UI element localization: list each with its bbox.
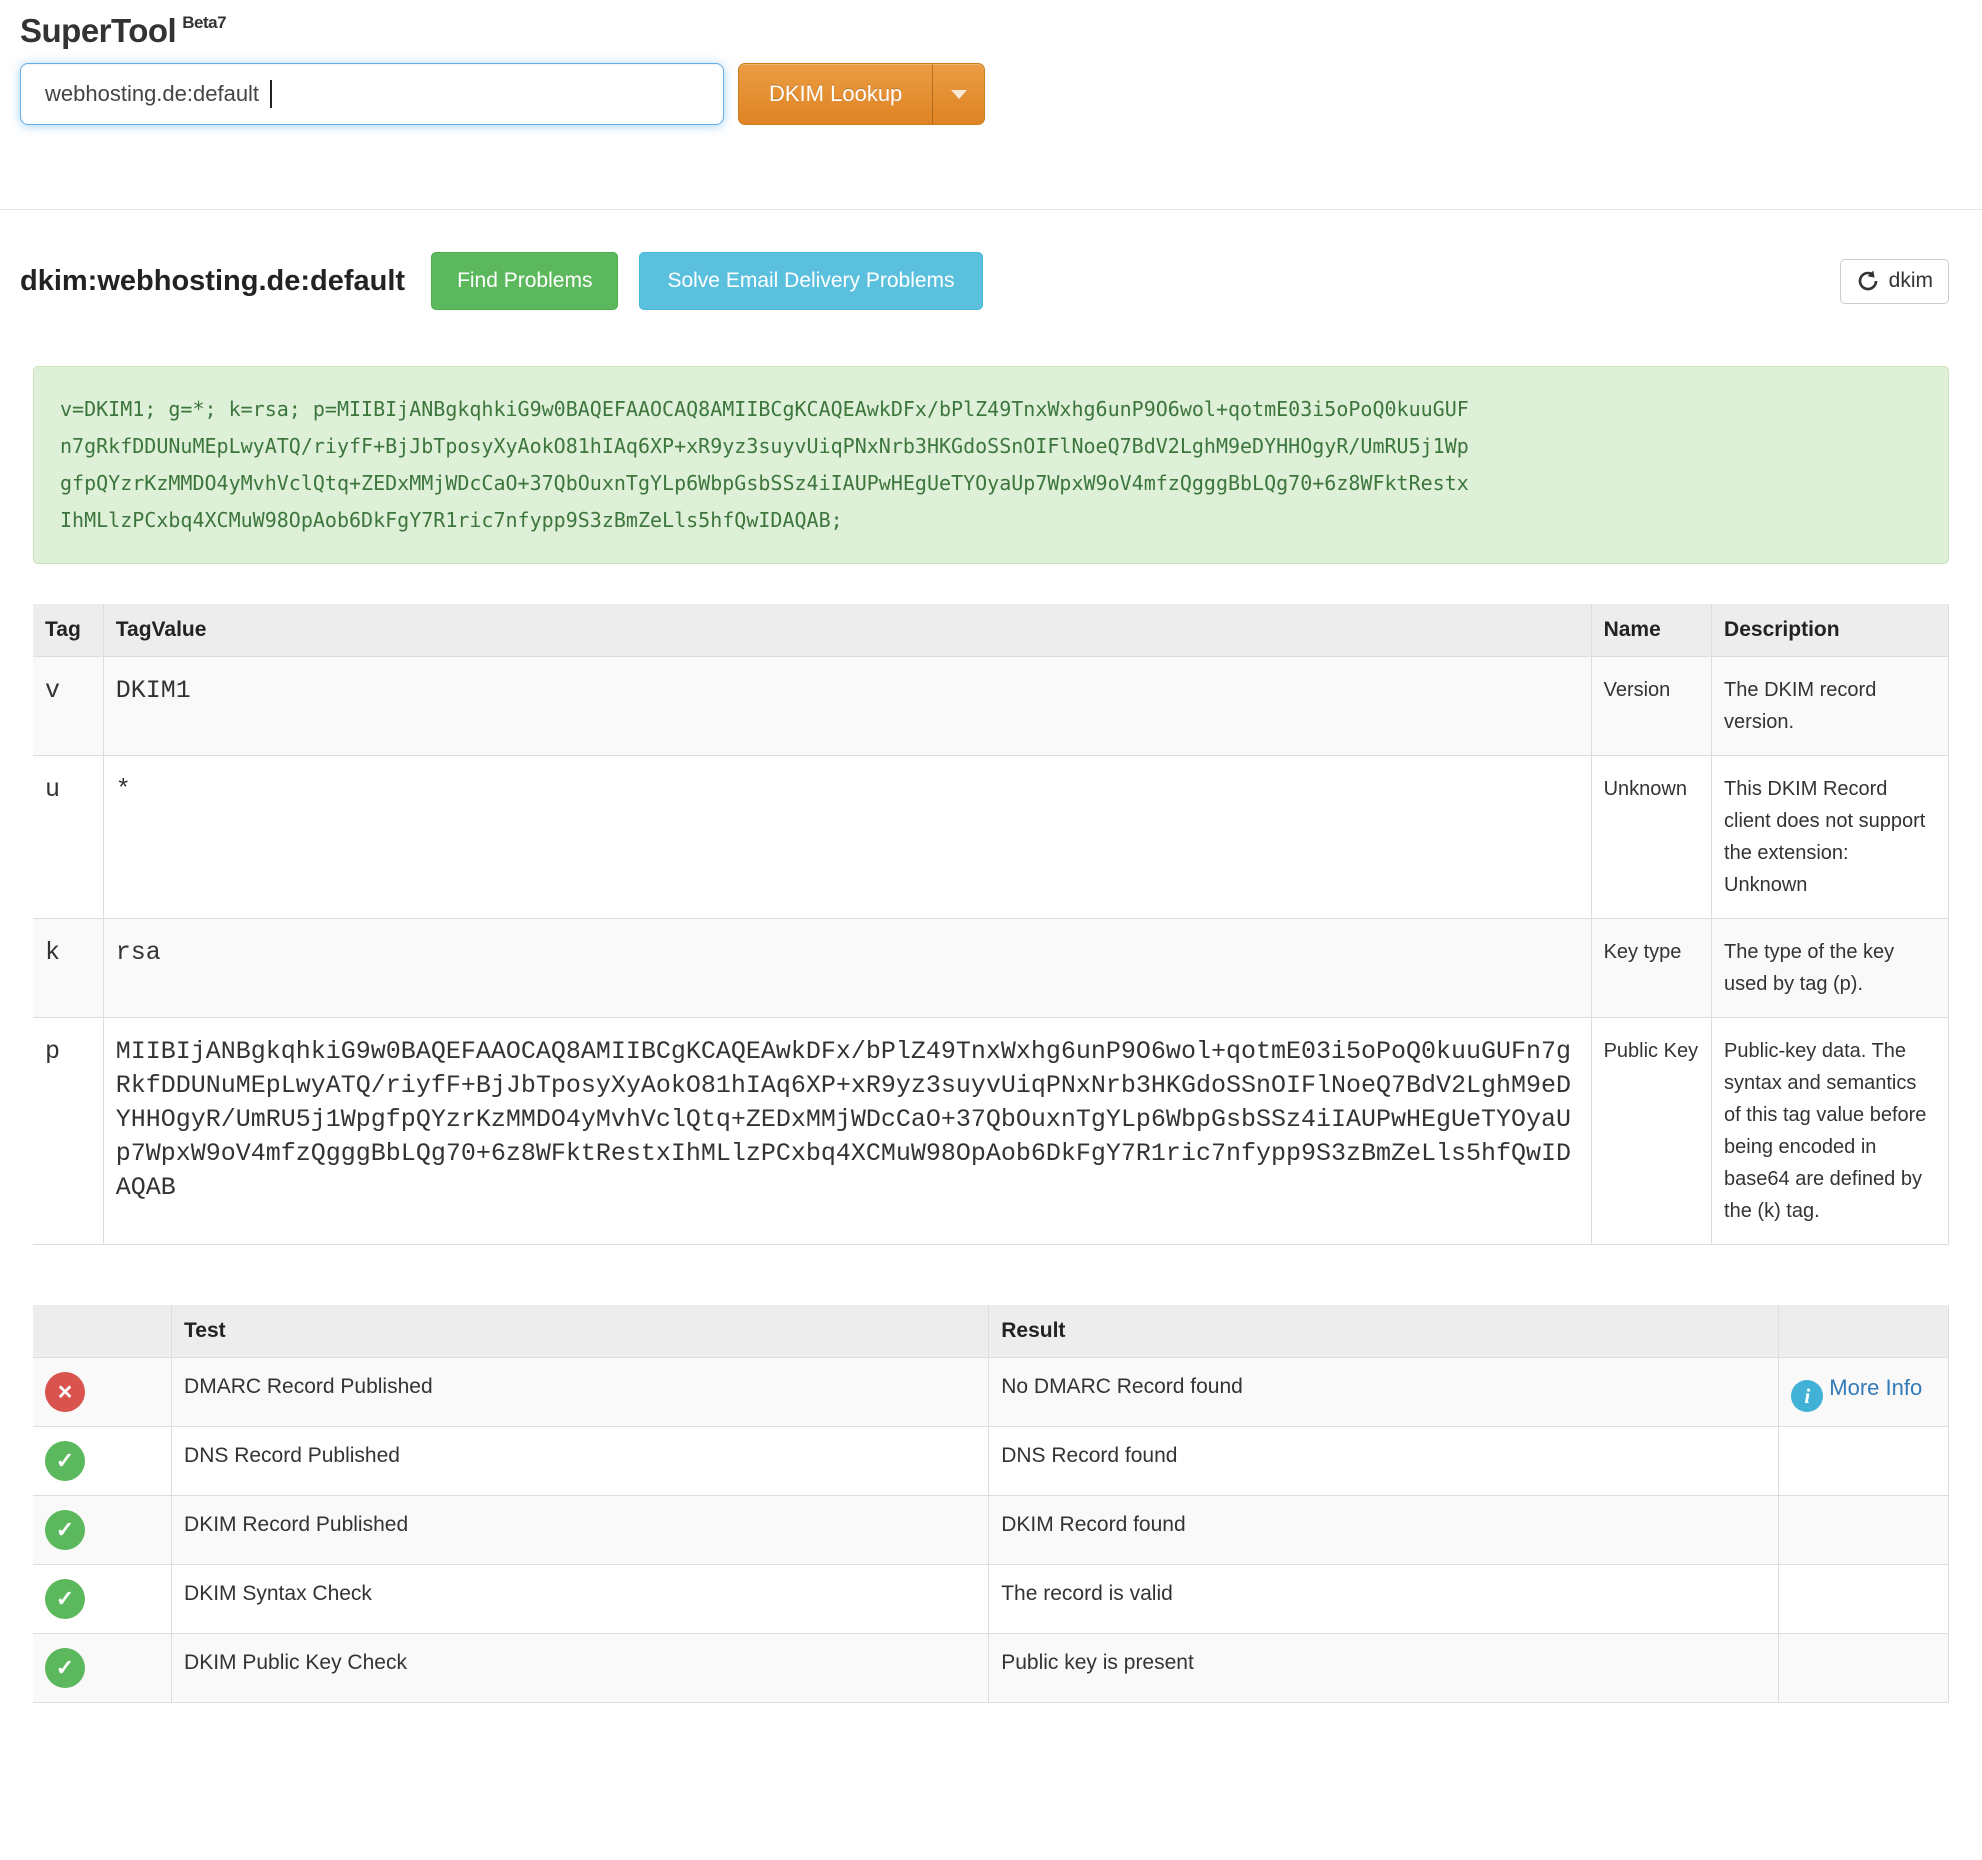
status-fail-icon: × [45, 1372, 85, 1412]
result-column-header: Result [989, 1305, 1779, 1358]
description-cell: Public-key data. The syntax and semantic… [1712, 1018, 1949, 1245]
search-wrap [20, 63, 724, 125]
info-icon: i [1791, 1380, 1823, 1412]
info-cell [1779, 1565, 1949, 1634]
result-header-row: dkim:webhosting.de:default Find Problems… [20, 252, 1962, 310]
status-pass-icon: ✓ [45, 1510, 85, 1550]
result-cell: The record is valid [989, 1565, 1779, 1634]
status-pass-icon: ✓ [45, 1648, 85, 1688]
tag-cell: p [33, 1018, 103, 1245]
description-column-header: Description [1712, 604, 1949, 657]
description-cell: The DKIM record version. [1712, 657, 1949, 756]
status-cell: ✓ [33, 1565, 172, 1634]
name-cell: Public Key [1591, 1018, 1711, 1245]
tag-table-header-row: Tag TagValue Name Description [33, 604, 1949, 657]
app-title-text: SuperTool [20, 12, 176, 49]
result-cell: DNS Record found [989, 1427, 1779, 1496]
table-row: k rsa Key type The type of the key used … [33, 919, 1949, 1018]
table-row: u * Unknown This DKIM Record client does… [33, 756, 1949, 919]
chevron-down-icon [951, 90, 967, 99]
tag-table-wrap: Tag TagValue Name Description v DKIM1 Ve… [33, 604, 1949, 1245]
status-pass-icon: ✓ [45, 1579, 85, 1619]
tagvalue-cell: rsa [103, 919, 1591, 1018]
refresh-dkim-button[interactable]: dkim [1840, 259, 1949, 304]
header-divider [0, 209, 1982, 210]
more-info-label: More Info [1829, 1375, 1922, 1400]
tag-column-header: Tag [33, 604, 103, 657]
search-input[interactable] [20, 63, 724, 125]
info-cell [1779, 1496, 1949, 1565]
test-cell: DNS Record Published [172, 1427, 989, 1496]
tagvalue-cell: * [103, 756, 1591, 919]
test-table-header-row: Test Result [33, 1305, 1949, 1358]
description-cell: The type of the key used by tag (p). [1712, 919, 1949, 1018]
page-header: SuperTool Beta7 DKIM Lookup [0, 0, 1982, 125]
result-cell: DKIM Record found [989, 1496, 1779, 1565]
info-cell [1779, 1634, 1949, 1703]
test-cell: DKIM Record Published [172, 1496, 989, 1565]
test-column-header: Test [172, 1305, 989, 1358]
dkim-lookup-button[interactable]: DKIM Lookup [739, 64, 932, 124]
table-row: v DKIM1 Version The DKIM record version. [33, 657, 1949, 756]
tag-cell: k [33, 919, 103, 1018]
more-info-link[interactable]: iMore Info [1791, 1375, 1922, 1400]
refresh-icon [1856, 269, 1880, 293]
tagvalue-column-header: TagValue [103, 604, 1591, 657]
name-cell: Key type [1591, 919, 1711, 1018]
test-table-row: ✓ DNS Record Published DNS Record found [33, 1427, 1949, 1496]
test-cell: DKIM Public Key Check [172, 1634, 989, 1703]
find-problems-button[interactable]: Find Problems [431, 252, 618, 310]
status-cell: ✓ [33, 1427, 172, 1496]
test-table-row: ✓ DKIM Syntax Check The record is valid [33, 1565, 1949, 1634]
tagvalue-cell: DKIM1 [103, 657, 1591, 756]
results-content: dkim:webhosting.de:default Find Problems… [0, 252, 1982, 1703]
name-column-header: Name [1591, 604, 1711, 657]
dkim-lookup-dropdown-toggle[interactable] [932, 64, 984, 124]
name-cell: Version [1591, 657, 1711, 756]
dkim-record-box: v=DKIM1; g=*; k=rsa; p=MIIBIjANBgkqhkiG9… [33, 366, 1949, 564]
status-cell: ✓ [33, 1496, 172, 1565]
beta-tag: Beta7 [182, 13, 226, 32]
name-cell: Unknown [1591, 756, 1711, 919]
text-cursor [270, 80, 272, 108]
status-pass-icon: ✓ [45, 1441, 85, 1481]
info-column-header [1779, 1305, 1949, 1358]
info-cell [1779, 1427, 1949, 1496]
info-cell: iMore Info [1779, 1358, 1949, 1427]
test-table-wrap: Test Result × DMARC Record Published No … [33, 1305, 1949, 1703]
status-cell: ✓ [33, 1634, 172, 1703]
dkim-lookup-split-button: DKIM Lookup [738, 63, 985, 125]
tag-cell: u [33, 756, 103, 919]
dkim-tag-table: Tag TagValue Name Description v DKIM1 Ve… [33, 604, 1949, 1245]
status-column-header [33, 1305, 172, 1358]
test-table-row: ✓ DKIM Public Key Check Public key is pr… [33, 1634, 1949, 1703]
test-results-table: Test Result × DMARC Record Published No … [33, 1305, 1949, 1703]
description-cell: This DKIM Record client does not support… [1712, 756, 1949, 919]
solve-email-delivery-problems-button[interactable]: Solve Email Delivery Problems [639, 252, 982, 310]
test-cell: DKIM Syntax Check [172, 1565, 989, 1634]
search-row: DKIM Lookup [20, 63, 1962, 125]
test-table-row: ✓ DKIM Record Published DKIM Record foun… [33, 1496, 1949, 1565]
tag-cell: v [33, 657, 103, 756]
refresh-button-label: dkim [1889, 269, 1933, 293]
page-title: dkim:webhosting.de:default [20, 265, 405, 298]
result-cell: Public key is present [989, 1634, 1779, 1703]
status-cell: × [33, 1358, 172, 1427]
table-row: p MIIBIjANBgkqhkiG9w0BAQEFAAOCAQ8AMIIBCg… [33, 1018, 1949, 1245]
test-cell: DMARC Record Published [172, 1358, 989, 1427]
tagvalue-cell: MIIBIjANBgkqhkiG9w0BAQEFAAOCAQ8AMIIBCgKC… [103, 1018, 1591, 1245]
result-cell: No DMARC Record found [989, 1358, 1779, 1427]
test-table-row: × DMARC Record Published No DMARC Record… [33, 1358, 1949, 1427]
app-title: SuperTool Beta7 [20, 12, 1962, 50]
